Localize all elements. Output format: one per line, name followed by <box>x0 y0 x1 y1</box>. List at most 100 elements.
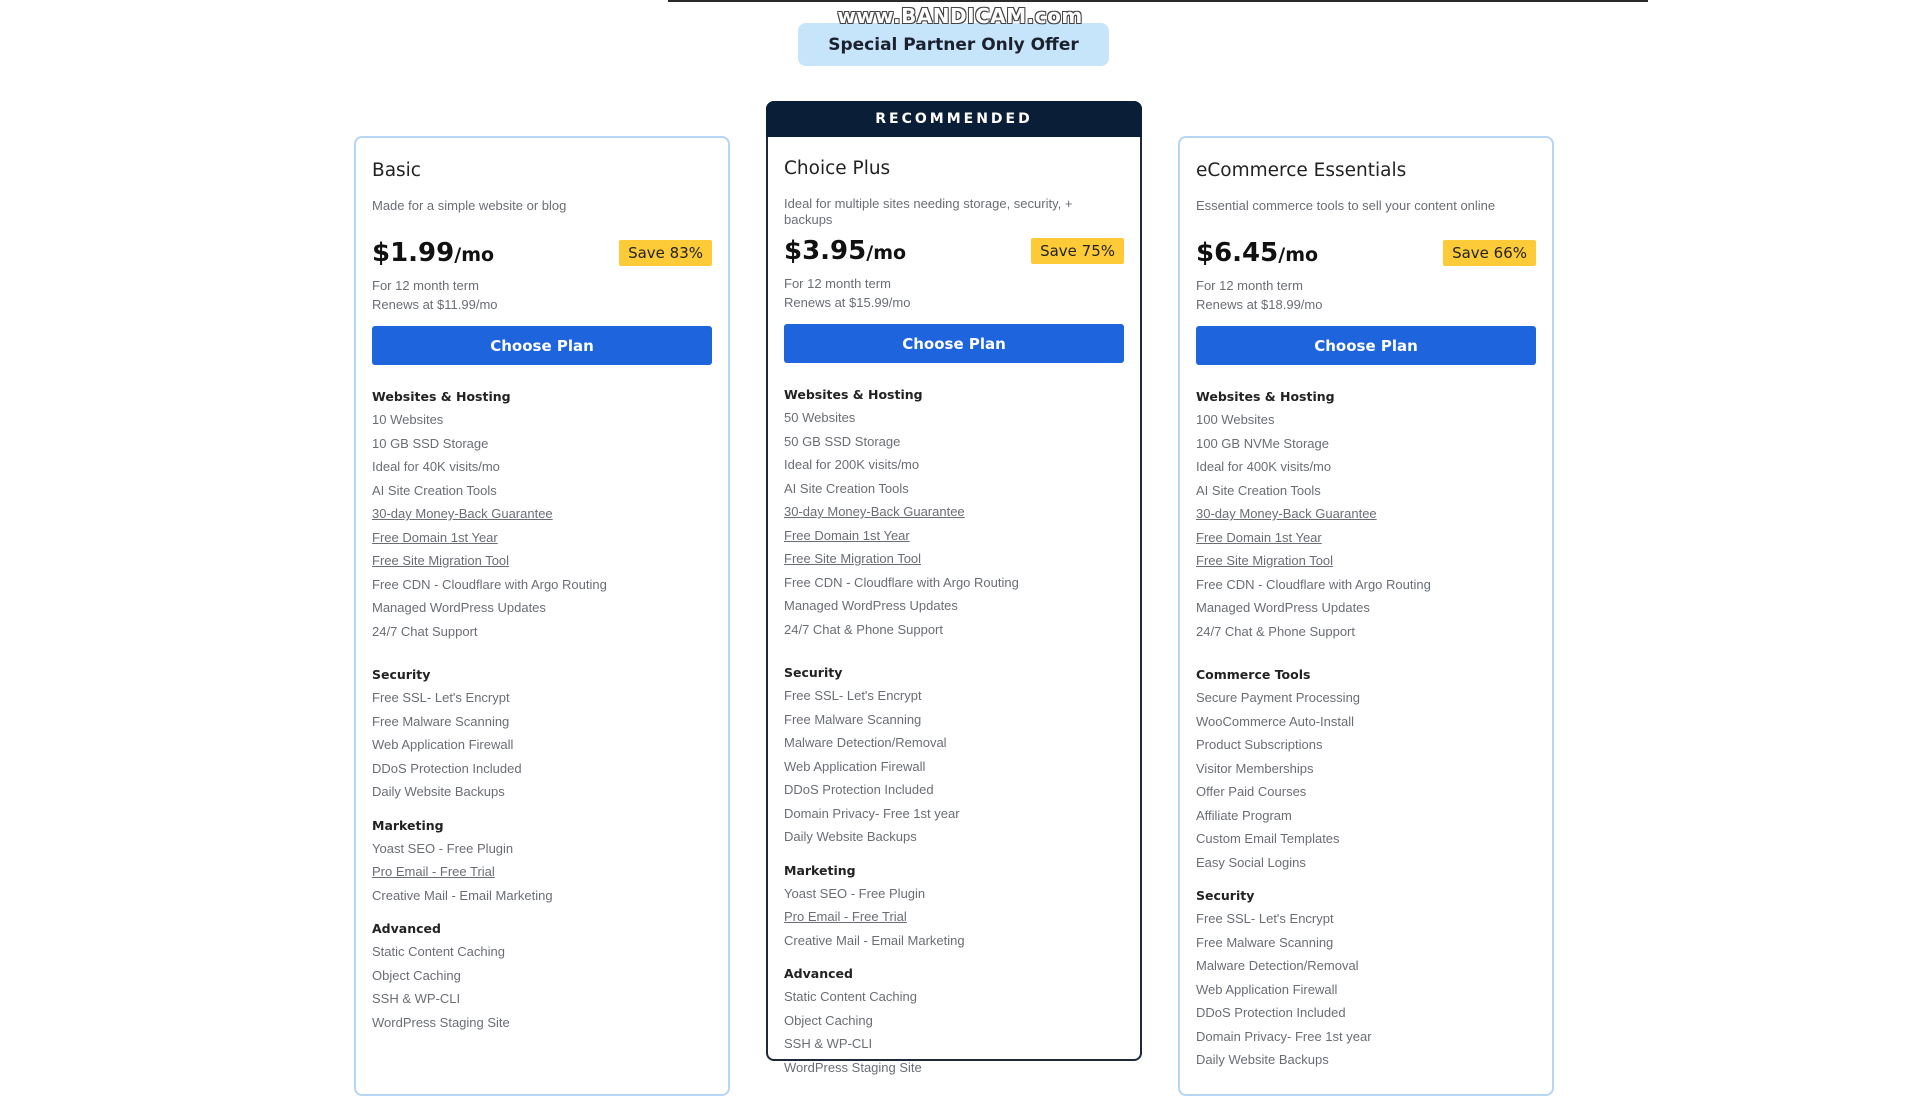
feature-item: Creative Mail - Email Marketing <box>372 887 553 903</box>
feature-section-title: Security <box>784 665 843 680</box>
feature-link[interactable]: Free Site Migration Tool <box>784 547 1124 571</box>
plan-card-ecommerce-essentials: eCommerce Essentials Essential commerce t… <box>1178 136 1554 1096</box>
feature-item: Offer Paid Courses <box>1196 784 1307 799</box>
feature-section-title: Advanced <box>784 966 853 981</box>
top-divider <box>668 0 1648 2</box>
feature-item: Daily Website Backups <box>784 829 917 844</box>
price-period: /mo <box>866 242 907 264</box>
feature-link[interactable]: Free Domain 1st Year <box>784 524 1124 548</box>
feature-item: 10 GB SSD Storage <box>372 435 489 451</box>
feature-item: Creative Mail - Email Marketing <box>784 932 965 948</box>
feature-link[interactable]: 30-day Money-Back Guarantee <box>784 500 1124 524</box>
price-period: /mo <box>454 244 495 266</box>
price-row: $6.45/mo Save 66% <box>1196 238 1536 268</box>
feature-section-title: Websites & Hosting <box>784 387 923 402</box>
feature-section-title: Security <box>372 667 431 682</box>
feature-item: SSH & WP-CLI <box>784 1036 873 1051</box>
price-row: $3.95/mo Save 75% <box>784 236 1124 266</box>
feature-item: Free Malware Scanning <box>784 711 922 727</box>
feature-item: Malware Detection/Removal <box>1196 958 1359 973</box>
feature-section-title: Security <box>1196 888 1255 903</box>
feature-item: SSH & WP-CLI <box>372 991 461 1006</box>
feature-item: 10 Websites <box>372 412 444 427</box>
feature-item: 24/7 Chat & Phone Support <box>784 621 944 637</box>
plan-terms: For 12 month term Renews at $15.99/mo <box>784 274 1124 312</box>
feature-item: Managed WordPress Updates <box>372 600 546 615</box>
feature-item: Secure Payment Processing <box>1196 690 1361 705</box>
feature-item: Free Malware Scanning <box>1196 934 1334 950</box>
feature-link[interactable]: Pro Email - Free Trial <box>372 860 712 884</box>
feature-link[interactable]: 30-day Money-Back Guarantee <box>1196 502 1536 526</box>
feature-item: Free CDN - Cloudflare with Argo Routing <box>372 576 607 592</box>
plan-card-basic: Basic Made for a simple website or blog $… <box>354 136 730 1096</box>
choose-plan-button[interactable]: Choose Plan <box>1196 326 1536 365</box>
plan-renewal: Renews at $11.99/mo <box>372 297 498 312</box>
plan-price: $1.99/mo <box>372 238 494 268</box>
feature-item: Malware Detection/Removal <box>784 735 947 750</box>
recorder-watermark: www.BANDICAM.com <box>837 4 1083 28</box>
feature-item: AI Site Creation Tools <box>1196 482 1321 498</box>
feature-list: Websites & Hosting 100 Websites 100 GB NVM… <box>1196 385 1536 1072</box>
plan-price: $3.95/mo <box>784 236 906 266</box>
feature-item: DDoS Protection Included <box>1196 1005 1346 1020</box>
choose-plan-button[interactable]: Choose Plan <box>372 326 712 365</box>
price-amount: $6.45 <box>1196 238 1279 268</box>
feature-section-title: Websites & Hosting <box>372 389 511 404</box>
feature-item: Free SSL- Let's Encrypt <box>372 690 510 705</box>
plan-card-body: Choice Plus Ideal for multiple sites need… <box>784 158 1124 1079</box>
feature-item: 24/7 Chat Support <box>372 623 478 639</box>
plan-terms: For 12 month term Renews at $11.99/mo <box>372 276 712 314</box>
feature-item: 24/7 Chat & Phone Support <box>1196 623 1356 639</box>
plan-card-choice-plus: RECOMMENDED Choice Plus Ideal for multiple… <box>766 101 1142 1075</box>
feature-item: Ideal for 200K visits/mo <box>784 457 920 472</box>
plan-description: Made for a simple website or blog <box>372 198 567 213</box>
feature-item: Web Application Firewall <box>1196 981 1338 997</box>
feature-item: Ideal for 400K visits/mo <box>1196 459 1332 474</box>
feature-section-title: Marketing <box>784 862 856 878</box>
price-amount: $1.99 <box>372 238 455 268</box>
feature-link[interactable]: Pro Email - Free Trial <box>784 905 1124 929</box>
feature-item: AI Site Creation Tools <box>784 480 909 496</box>
plan-card-body: eCommerce Essentials Essential commerce t… <box>1196 160 1536 1072</box>
feature-item: Daily Website Backups <box>1196 1052 1329 1067</box>
recommended-banner: RECOMMENDED <box>766 101 1142 137</box>
feature-item: Static Content Caching <box>784 989 917 1004</box>
feature-link[interactable]: Free Site Migration Tool <box>1196 549 1536 573</box>
feature-item: AI Site Creation Tools <box>372 482 497 498</box>
feature-link[interactable]: Free Domain 1st Year <box>372 526 712 550</box>
feature-item: WordPress Staging Site <box>784 1059 922 1075</box>
feature-section-title: Marketing <box>372 817 444 833</box>
plan-terms: For 12 month term Renews at $18.99/mo <box>1196 276 1536 314</box>
feature-link[interactable]: Free Domain 1st Year <box>1196 526 1536 550</box>
plan-description: Essential commerce tools to sell your co… <box>1196 198 1496 213</box>
plan-description: Ideal for multiple sites needing storage… <box>784 196 1073 227</box>
special-offer-badge: Special Partner Only Offer <box>798 23 1109 66</box>
save-badge: Save 75% <box>1031 238 1124 264</box>
feature-item: Web Application Firewall <box>784 758 926 774</box>
feature-item: Domain Privacy- Free 1st year <box>784 805 960 821</box>
feature-item: Free CDN - Cloudflare with Argo Routing <box>784 574 1019 590</box>
feature-item: 50 GB SSD Storage <box>784 433 901 449</box>
feature-section-title: Advanced <box>372 921 441 936</box>
feature-item: Domain Privacy- Free 1st year <box>1196 1028 1372 1044</box>
feature-item: Object Caching <box>372 967 461 983</box>
feature-item: 100 GB NVMe Storage <box>1196 435 1329 451</box>
feature-item: Affiliate Program <box>1196 807 1292 823</box>
feature-item: Free SSL- Let's Encrypt <box>784 688 922 703</box>
feature-item: Managed WordPress Updates <box>784 598 958 613</box>
price-period: /mo <box>1278 244 1319 266</box>
plan-term: For 12 month term <box>784 276 891 291</box>
plan-renewal: Renews at $15.99/mo <box>784 295 911 310</box>
feature-item: Static Content Caching <box>372 944 505 959</box>
feature-item: DDoS Protection Included <box>372 760 522 776</box>
plan-name: Basic <box>372 160 421 181</box>
feature-list: Websites & Hosting 10 Websites 10 GB SSD S… <box>372 385 712 1034</box>
feature-link[interactable]: Free Site Migration Tool <box>372 549 712 573</box>
feature-item: Free CDN - Cloudflare with Argo Routing <box>1196 576 1431 592</box>
save-badge: Save 83% <box>619 240 712 266</box>
feature-item: Web Application Firewall <box>372 737 514 752</box>
feature-item: Ideal for 40K visits/mo <box>372 459 500 474</box>
save-badge: Save 66% <box>1443 240 1536 266</box>
choose-plan-button[interactable]: Choose Plan <box>784 324 1124 363</box>
feature-link[interactable]: 30-day Money-Back Guarantee <box>372 502 712 526</box>
